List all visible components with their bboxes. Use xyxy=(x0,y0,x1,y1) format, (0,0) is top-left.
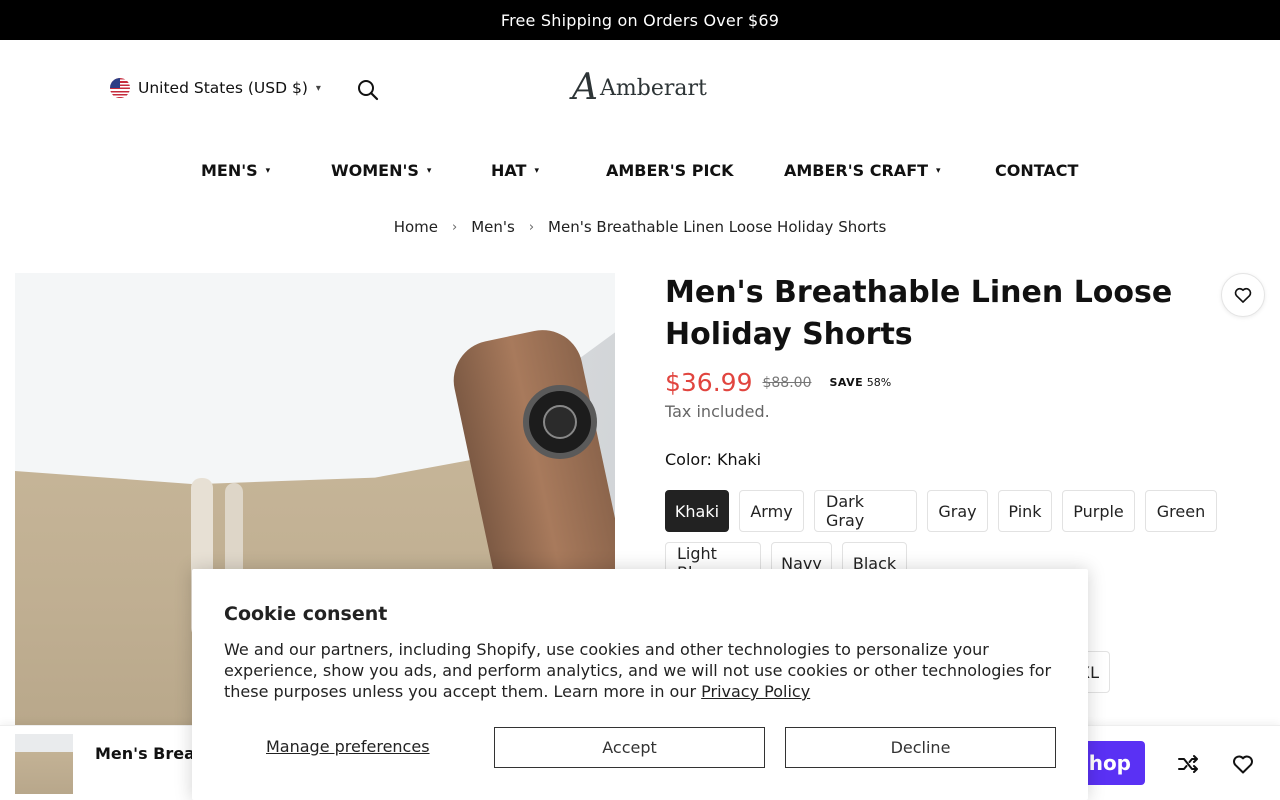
compare-shuffle-icon[interactable] xyxy=(1176,752,1200,776)
watch-graphic xyxy=(523,385,597,459)
compare-price: $88.00 xyxy=(762,374,812,391)
site-header: United States (USD $) ▾ A Amberart xyxy=(0,40,1280,140)
breadcrumb-mens[interactable]: Men's xyxy=(471,218,515,236)
watch-face xyxy=(543,405,577,439)
nav-item-label: CONTACT xyxy=(995,161,1079,180)
site-logo[interactable]: A Amberart xyxy=(572,70,707,106)
nav-item-womens[interactable]: WOMEN'S ▾ xyxy=(331,161,431,180)
chevron-down-icon: ▾ xyxy=(936,165,941,176)
color-option-army[interactable]: Army xyxy=(739,490,804,532)
breadcrumb-home[interactable]: Home xyxy=(394,218,438,236)
logo-text: Amberart xyxy=(600,75,707,101)
breadcrumb: Home › Men's › Men's Breathable Linen Lo… xyxy=(0,218,1280,236)
save-label: SAVE xyxy=(829,376,864,389)
chevron-right-icon: › xyxy=(452,219,458,235)
color-option-pink[interactable]: Pink xyxy=(998,490,1052,532)
nav-item-label: HAT xyxy=(491,161,527,180)
sticky-product-thumbnail xyxy=(15,734,73,794)
color-label: Color: Khaki xyxy=(665,450,762,469)
announcement-bar: Free Shipping on Orders Over $69 xyxy=(0,0,1280,40)
save-badge: SAVE 58% xyxy=(829,376,891,389)
nav-item-ambers-pick[interactable]: AMBER'S PICK xyxy=(606,161,734,180)
locale-selector[interactable]: United States (USD $) ▾ xyxy=(110,78,321,98)
chevron-down-icon: ▾ xyxy=(426,165,432,176)
search-icon[interactable] xyxy=(356,78,380,102)
cookie-title: Cookie consent xyxy=(224,603,388,625)
chevron-down-icon: ▾ xyxy=(265,165,271,176)
manage-preferences-link[interactable]: Manage preferences xyxy=(266,737,430,756)
wishlist-heart-icon[interactable] xyxy=(1221,273,1265,317)
cookie-consent-dialog: Cookie consent We and our partners, incl… xyxy=(192,569,1088,800)
color-option-purple[interactable]: Purple xyxy=(1062,490,1135,532)
nav-item-ambers-craft[interactable]: AMBER'S CRAFT ▾ xyxy=(784,161,941,180)
save-value: 58% xyxy=(866,376,892,389)
privacy-policy-link[interactable]: Privacy Policy xyxy=(701,682,810,701)
locale-label: United States (USD $) xyxy=(138,79,308,97)
product-title: Men's Breathable Linen Loose Holiday Sho… xyxy=(665,275,1173,352)
us-flag-icon xyxy=(110,78,130,98)
chevron-right-icon: › xyxy=(528,219,535,235)
tax-note: Tax included. xyxy=(665,402,770,421)
sticky-product-title: Men's Breat xyxy=(95,744,203,763)
logo-mark: A xyxy=(572,67,598,108)
nav-item-label: MEN'S xyxy=(201,161,258,180)
chevron-down-icon: ▾ xyxy=(534,165,539,176)
nav-item-mens[interactable]: MEN'S ▾ xyxy=(201,161,270,180)
nav-item-contact[interactable]: CONTACT xyxy=(995,161,1078,180)
cookie-text: We and our partners, including Shopify, … xyxy=(224,639,1054,702)
chevron-down-icon: ▾ xyxy=(315,82,321,94)
main-nav: MEN'S ▾ WOMEN'S ▾ HAT ▾ AMBER'S PICK AMB… xyxy=(0,155,1280,189)
color-option-gray[interactable]: Gray xyxy=(927,490,988,532)
wishlist-heart-icon[interactable] xyxy=(1231,752,1255,776)
cookie-body: We and our partners, including Shopify, … xyxy=(224,640,1052,701)
breadcrumb-current: Men's Breathable Linen Loose Holiday Sho… xyxy=(548,218,887,236)
nav-item-label: AMBER'S PICK xyxy=(606,161,734,180)
color-option-dark-gray[interactable]: Dark Gray xyxy=(814,490,917,532)
announcement-text: Free Shipping on Orders Over $69 xyxy=(500,10,780,30)
sale-price: $36.99 xyxy=(665,368,753,397)
accept-button[interactable]: Accept xyxy=(494,727,765,768)
decline-button[interactable]: Decline xyxy=(785,727,1056,768)
price-row: $36.99 $88.00 SAVE 58% xyxy=(665,368,891,397)
nav-item-label: AMBER'S CRAFT xyxy=(784,161,929,180)
nav-item-hat[interactable]: HAT ▾ xyxy=(491,161,539,180)
color-option-green[interactable]: Green xyxy=(1145,490,1217,532)
nav-item-label: WOMEN'S xyxy=(331,161,419,180)
color-option-khaki[interactable]: Khaki xyxy=(665,490,729,532)
